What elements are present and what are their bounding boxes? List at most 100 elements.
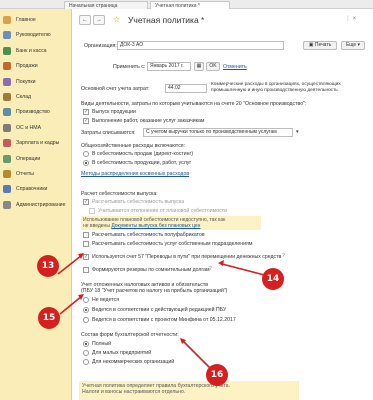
page-title: Учетная политика * bbox=[128, 15, 205, 25]
sidebar-item[interactable]: Зарплата и кадры bbox=[0, 136, 72, 150]
overhead-option-2: В себестоимость продукции, работ, услуг bbox=[92, 160, 192, 166]
marker-13: 13 bbox=[37, 255, 59, 277]
org-field[interactable]: ДОК-3 АО bbox=[117, 41, 284, 50]
back-button[interactable]: ← bbox=[79, 15, 91, 25]
sidebar-item[interactable]: Производство bbox=[0, 105, 72, 119]
chevron-down-icon[interactable]: ▾ bbox=[296, 129, 299, 135]
planned-cost-note-prefix: не введены bbox=[83, 223, 112, 229]
section-icon bbox=[3, 62, 11, 71]
sidebar-item-label: Производство bbox=[16, 109, 50, 116]
cancel-link[interactable]: Отменить bbox=[223, 64, 247, 70]
calendar-button[interactable]: ▦ bbox=[194, 62, 204, 71]
cost-calc-option-3: Рассчитывать себестоимость полуфабрикато… bbox=[92, 232, 205, 238]
main-account-hint: Коммерческие расходы в организациях, осу… bbox=[211, 82, 341, 93]
sidebar-item-label: Руководителю bbox=[16, 32, 51, 39]
window-controls[interactable]: ⋮ × bbox=[345, 15, 356, 23]
release-docs-link[interactable]: Документы выпуска без плановых цен bbox=[111, 223, 200, 229]
costs-select[interactable]: С учетом выручки только по производствен… bbox=[143, 128, 293, 137]
account57-checkbox[interactable]: ✓ bbox=[83, 254, 89, 260]
section-icon bbox=[3, 77, 11, 86]
reporting-option-3: Для некоммерческих организаций bbox=[92, 359, 175, 365]
help-icon[interactable]: ? bbox=[282, 253, 285, 259]
section-icon bbox=[3, 16, 11, 24]
cost-calc-checkbox-1[interactable]: ✓ bbox=[83, 199, 89, 205]
pbu18-radio-2[interactable] bbox=[83, 307, 89, 313]
sidebar-item-label: Покупки bbox=[16, 78, 36, 85]
tab-accounting-policy[interactable]: Учетная политика * bbox=[150, 1, 230, 9]
sidebar-item-label: ОС и НМА bbox=[16, 124, 42, 131]
cost-calc-option-1: Рассчитывать себестоимость выпуска bbox=[92, 199, 185, 205]
section-icon bbox=[3, 31, 11, 40]
tab-home[interactable]: Начальная страница bbox=[64, 1, 148, 9]
reporting-radio-2[interactable] bbox=[83, 350, 89, 356]
sidebar-item-label: Продажи bbox=[16, 63, 38, 70]
reporting-radio-1[interactable] bbox=[83, 341, 89, 347]
reporting-radio-3[interactable] bbox=[83, 359, 89, 365]
sidebar-item-label: Главное bbox=[16, 17, 36, 23]
reporting-label: Состав форм бухгалтерской отчетности: bbox=[81, 332, 179, 338]
pbu18-radio-3[interactable] bbox=[83, 317, 89, 323]
org-label: Организация: bbox=[84, 43, 117, 49]
pbu18-radio-1[interactable] bbox=[83, 297, 89, 303]
marker-15: 15 bbox=[38, 307, 60, 329]
marker-14: 14 bbox=[262, 268, 284, 290]
sidebar-item-label: Банк и касса bbox=[16, 47, 47, 54]
overhead-radio-2[interactable] bbox=[83, 160, 89, 166]
print-button[interactable]: ▣ Печать bbox=[303, 41, 337, 50]
section-icon bbox=[3, 170, 11, 178]
cost-calc-label: Расчет себестоимости выпуска: bbox=[81, 191, 158, 197]
section-icon bbox=[3, 46, 11, 55]
help-icon[interactable]: ? bbox=[209, 266, 212, 272]
sidebar-item[interactable]: Администрирование bbox=[0, 198, 72, 212]
section-icon bbox=[3, 123, 11, 132]
main-panel: ← → ☆ Учетная политика * ⋮ × Организация… bbox=[73, 9, 373, 400]
pbu18-sublabel: (ПБУ 18 "Учет расчетов по налогу на приб… bbox=[81, 288, 228, 294]
more-button[interactable]: Еще ▾ bbox=[341, 41, 365, 50]
activity-2-checkbox[interactable]: ✓ bbox=[83, 118, 89, 124]
sidebar-item[interactable]: Руководителю bbox=[0, 28, 72, 42]
main-account-field[interactable]: 44.02 bbox=[165, 84, 207, 93]
sidebar-item[interactable]: Справочники bbox=[0, 182, 72, 196]
sidebar-item[interactable]: Продажи bbox=[0, 59, 72, 73]
main-account-label: Основной счет учета затрат: bbox=[81, 86, 150, 92]
pbu18-option-2: Ведется в соответствии с действующей ред… bbox=[92, 307, 227, 313]
sidebar-item[interactable]: Банк и касса bbox=[0, 44, 72, 58]
overhead-radio-1[interactable] bbox=[83, 151, 89, 157]
print-label: Печать bbox=[314, 42, 332, 48]
sidebar-item[interactable]: Покупки bbox=[0, 75, 72, 89]
overhead-methods-link[interactable]: Методы распределения косвенных расходов bbox=[81, 171, 189, 177]
reporting-option-1: Полный bbox=[92, 341, 112, 347]
section-icon bbox=[3, 108, 11, 117]
apply-from-field[interactable]: Январь 2017 г. bbox=[147, 62, 191, 71]
sidebar-item[interactable]: Отчеты bbox=[0, 167, 72, 181]
section-icon bbox=[3, 93, 11, 101]
cost-calc-checkbox-3[interactable] bbox=[83, 232, 89, 238]
sidebar-item-label: Склад bbox=[16, 94, 32, 100]
sidebar-item[interactable]: ОС и НМА bbox=[0, 121, 72, 135]
sidebar-item[interactable]: Операции bbox=[0, 152, 72, 166]
sidebar: Главное Руководителю Банк и касса Продажи По… bbox=[0, 9, 72, 400]
cost-calc-checkbox-2[interactable] bbox=[89, 208, 95, 214]
calendar-icon: ▦ bbox=[196, 63, 202, 69]
section-icon bbox=[3, 200, 11, 209]
pbu18-option-3: Ведется в соответствии с проектом Минфин… bbox=[92, 317, 236, 323]
tab-bar: Начальная страница Учетная политика * bbox=[0, 0, 373, 9]
activity-1-checkbox[interactable]: ✓ bbox=[83, 109, 89, 115]
planned-cost-note: Использование плановой себестоимости нед… bbox=[81, 216, 261, 230]
favorite-star-icon[interactable]: ☆ bbox=[113, 15, 120, 25]
cost-calc-checkbox-4[interactable] bbox=[83, 241, 89, 247]
reserves-checkbox[interactable] bbox=[83, 267, 89, 273]
overhead-option-1: В себестоимость продаж (директ-костинг) bbox=[92, 151, 194, 157]
sidebar-item[interactable]: Склад bbox=[0, 90, 72, 104]
forward-button[interactable]: → bbox=[93, 15, 105, 25]
sidebar-item[interactable]: Главное bbox=[0, 13, 72, 27]
section-icon bbox=[3, 139, 11, 148]
account57-label: Используется счет 57 "Переводы в пути" п… bbox=[92, 254, 282, 260]
footer-note-line-2: Налоги и взносы настраиваются отдельно. bbox=[82, 389, 186, 395]
sidebar-item-label: Отчеты bbox=[16, 171, 34, 177]
ok-button[interactable]: OK bbox=[206, 62, 220, 71]
section-icon bbox=[3, 185, 11, 194]
marker-16: 16 bbox=[206, 364, 228, 386]
pbu18-option-1: Не ведется bbox=[92, 297, 120, 303]
sidebar-item-label: Операции bbox=[16, 155, 41, 162]
